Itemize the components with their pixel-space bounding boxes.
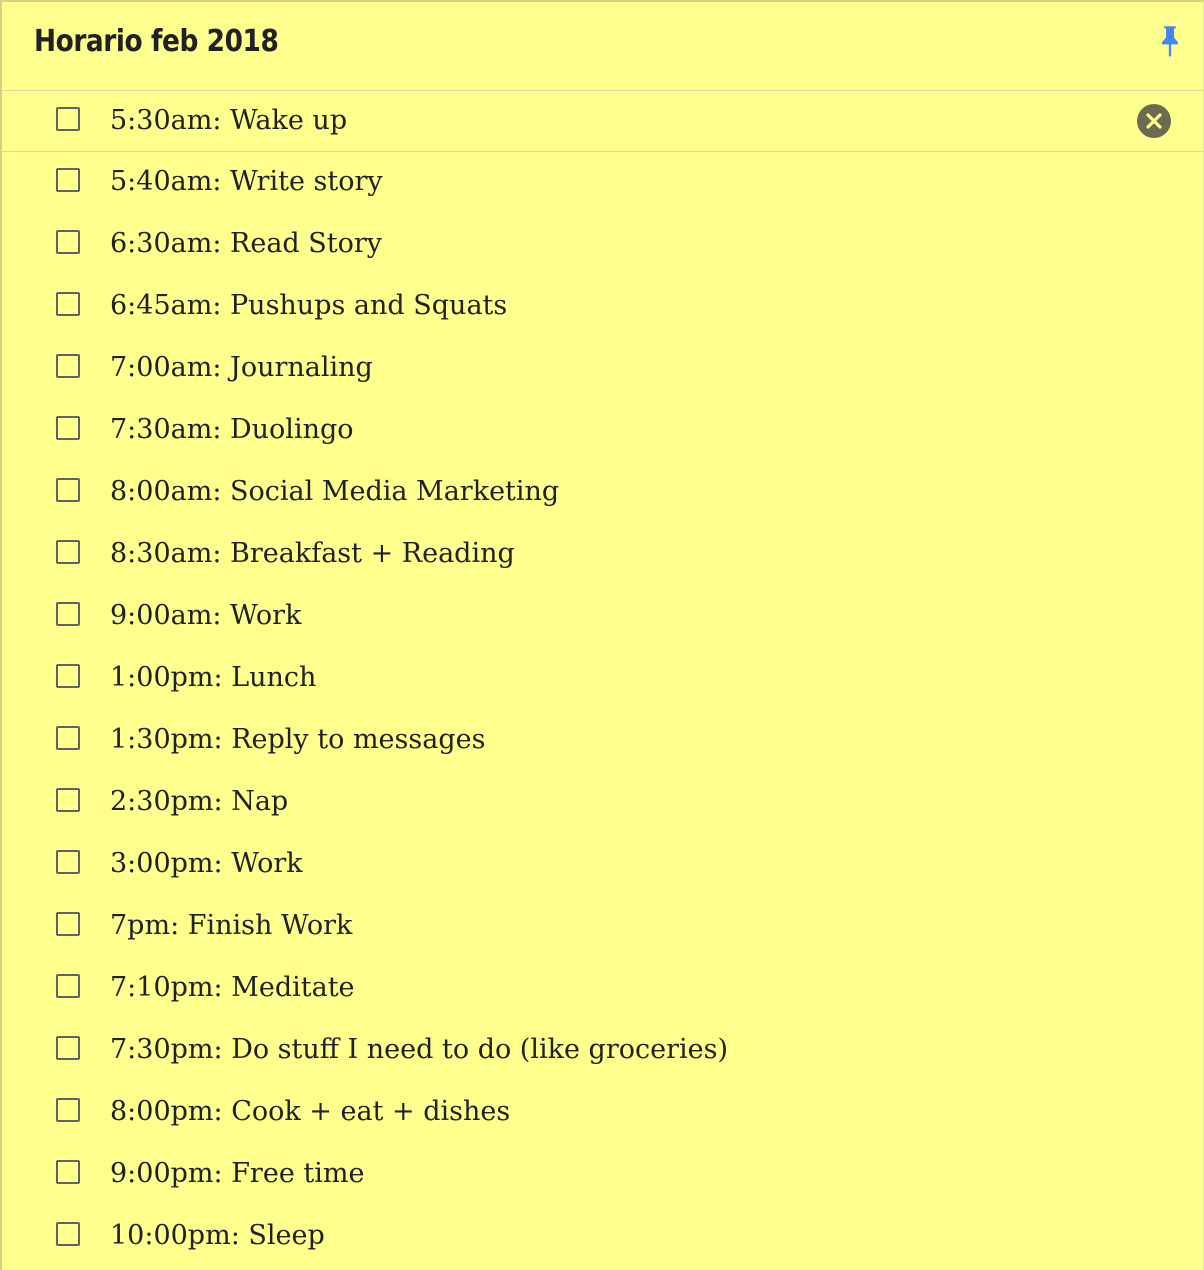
- checkbox[interactable]: [56, 726, 80, 750]
- list-item-text[interactable]: 8:30am: Breakfast + Reading: [110, 537, 515, 571]
- list-item-text[interactable]: 8:00am: Social Media Marketing: [110, 475, 559, 509]
- checkbox[interactable]: [56, 1036, 80, 1060]
- list-item-text[interactable]: 6:30am: Read Story: [110, 227, 382, 261]
- list-item-text[interactable]: 3:00pm: Work: [110, 847, 303, 881]
- list-item[interactable]: 8:30am: Breakfast + Reading: [2, 524, 1203, 586]
- checkbox[interactable]: [56, 912, 80, 936]
- list-item[interactable]: 2:30pm: Nap: [2, 772, 1203, 834]
- list-item-text[interactable]: 1:00pm: Lunch: [110, 661, 316, 695]
- checkbox[interactable]: [56, 1222, 80, 1246]
- note-header: Horario feb 2018: [2, 2, 1203, 90]
- list-item[interactable]: 5:40am: Write story: [2, 152, 1203, 214]
- list-item-text[interactable]: 7pm: Finish Work: [110, 909, 352, 943]
- list-item-text[interactable]: 7:10pm: Meditate: [110, 971, 355, 1005]
- list-item[interactable]: 7:10pm: Meditate: [2, 958, 1203, 1020]
- checkbox[interactable]: [56, 974, 80, 998]
- list-item[interactable]: 1:30pm: Reply to messages: [2, 710, 1203, 772]
- list-item[interactable]: 10:00pm: Sleep: [2, 1206, 1203, 1268]
- list-item-text[interactable]: 2:30pm: Nap: [110, 785, 288, 819]
- checkbox[interactable]: [56, 416, 80, 440]
- list-item-text[interactable]: 1:30pm: Reply to messages: [110, 723, 485, 757]
- list-item[interactable]: 5:30am: Wake up: [2, 90, 1203, 152]
- checkbox[interactable]: [56, 354, 80, 378]
- pin-icon[interactable]: [1156, 24, 1184, 58]
- list-item[interactable]: 8:00am: Social Media Marketing: [2, 462, 1203, 524]
- list-item-text[interactable]: 9:00pm: Free time: [110, 1157, 364, 1191]
- checkbox[interactable]: [56, 1160, 80, 1184]
- checkbox[interactable]: [56, 1098, 80, 1122]
- checkbox[interactable]: [56, 292, 80, 316]
- list-item[interactable]: 8:00pm: Cook + eat + dishes: [2, 1082, 1203, 1144]
- checkbox[interactable]: [56, 107, 80, 131]
- checkbox[interactable]: [56, 850, 80, 874]
- list-item[interactable]: 9:00pm: Free time: [2, 1144, 1203, 1206]
- close-icon[interactable]: [1136, 103, 1172, 139]
- note-card: Horario feb 2018 5:30am: Wake up 5:40am: …: [0, 0, 1204, 1270]
- list-item[interactable]: 9:00am: Work: [2, 586, 1203, 648]
- list-item-text[interactable]: 7:30am: Duolingo: [110, 413, 354, 447]
- list-item[interactable]: 6:45am: Pushups and Squats: [2, 276, 1203, 338]
- list-item[interactable]: 3:00pm: Work: [2, 834, 1203, 896]
- checkbox[interactable]: [56, 540, 80, 564]
- list-item[interactable]: 7pm: Finish Work: [2, 896, 1203, 958]
- list-item-text[interactable]: 5:30am: Wake up: [110, 104, 347, 138]
- checkbox[interactable]: [56, 602, 80, 626]
- list-item-text[interactable]: 6:45am: Pushups and Squats: [110, 289, 507, 323]
- list-item[interactable]: 7:00am: Journaling: [2, 338, 1203, 400]
- list-item[interactable]: 7:30am: Duolingo: [2, 400, 1203, 462]
- list-item-text[interactable]: 5:40am: Write story: [110, 165, 383, 199]
- list-item-text[interactable]: 7:30pm: Do stuff I need to do (like groc…: [110, 1033, 728, 1067]
- checkbox[interactable]: [56, 788, 80, 812]
- list-item[interactable]: 6:30am: Read Story: [2, 214, 1203, 276]
- checkbox[interactable]: [56, 168, 80, 192]
- list-item-text[interactable]: 7:00am: Journaling: [110, 351, 373, 385]
- checkbox[interactable]: [56, 230, 80, 254]
- checklist: 5:30am: Wake up 5:40am: Write story 6:30am…: [2, 90, 1203, 1268]
- list-item-text[interactable]: 9:00am: Work: [110, 599, 301, 633]
- list-item[interactable]: 7:30pm: Do stuff I need to do (like groc…: [2, 1020, 1203, 1082]
- checkbox[interactable]: [56, 664, 80, 688]
- checkbox[interactable]: [56, 478, 80, 502]
- list-item-text[interactable]: 10:00pm: Sleep: [110, 1219, 325, 1253]
- note-title[interactable]: Horario feb 2018: [34, 24, 279, 59]
- list-item[interactable]: 1:00pm: Lunch: [2, 648, 1203, 710]
- list-item-text[interactable]: 8:00pm: Cook + eat + dishes: [110, 1095, 510, 1129]
